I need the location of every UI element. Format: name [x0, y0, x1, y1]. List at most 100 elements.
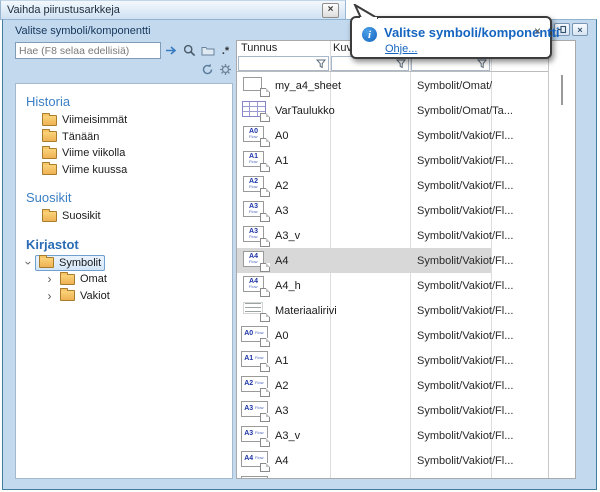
page-corner-icon	[260, 188, 270, 197]
cell-tunnus: A1FlowA1	[237, 148, 330, 173]
cell-kuvaus	[330, 348, 410, 373]
thumbnail-label: A3	[249, 228, 258, 235]
tree-item-symbolit[interactable]: ›Symbolit	[16, 255, 232, 272]
search-input[interactable]	[15, 42, 161, 59]
thumbnail-label: A0	[244, 330, 253, 337]
table-row[interactable]: A1FlowA1 Symbolit/Vakiot/Fl...	[237, 148, 576, 173]
symbol-thumbnail-icon: A3Flow	[240, 225, 271, 247]
row-tunnus-text: Materiaalirivi	[275, 305, 337, 317]
thumbnail-sublabel: Flow	[255, 382, 263, 386]
page-corner-icon	[260, 238, 270, 247]
symbol-thumbnail-icon: A2Flow	[240, 375, 271, 397]
go-arrow-icon[interactable]	[163, 42, 180, 59]
thumbnail-label: A1	[249, 153, 258, 160]
cell-tunnus: A3FlowA3	[237, 198, 330, 223]
page-corner-icon	[260, 138, 270, 147]
cell-polku: Symbolit/Vakiot/Fl...	[410, 373, 491, 398]
scrollbar-thumb[interactable]	[561, 75, 563, 105]
table-row[interactable]: A0FlowA0Symbolit/Vakiot/Fl...	[237, 323, 576, 348]
help-link[interactable]: Ohje...	[385, 43, 417, 55]
table-row[interactable]: A1FlowA1Symbolit/Vakiot/Fl...	[237, 348, 576, 373]
folder-browse-icon[interactable]	[199, 42, 216, 59]
cell-polku: Symbolit/Vakiot/Fl...	[410, 323, 491, 348]
table-row[interactable]: A3FlowA3Symbolit/Vakiot/Fl...	[237, 198, 576, 223]
thumbnail-label: A2	[244, 380, 253, 387]
vertical-scrollbar[interactable]	[548, 41, 575, 478]
table-row[interactable]: A4FlowA4Symbolit/Vakiot/Fl...	[237, 448, 576, 473]
close-icon[interactable]: ×	[534, 24, 541, 38]
cell-tunnus: A3FlowA3	[237, 398, 330, 423]
tree-item-t-n-n[interactable]: Tänään	[16, 129, 232, 146]
tree-item-suosikit[interactable]: Suosikit	[16, 208, 232, 225]
chevron-right-icon[interactable]: ›	[43, 273, 56, 285]
folder-icon	[42, 211, 57, 222]
page-corner-icon	[260, 313, 270, 322]
close-icon[interactable]: ×	[572, 23, 588, 36]
cell-polku: Symbolit/Vakiot/Fl...	[410, 148, 491, 173]
table-row[interactable]: A3FlowA3_vSymbolit/Vakiot/Fl...	[237, 223, 576, 248]
cell-tunnus: Materiaalirivi	[237, 298, 330, 323]
filter-input-tunnus[interactable]	[238, 56, 329, 71]
table-row[interactable]: MateriaaliriviSymbolit/Vakiot/Fl...	[237, 298, 576, 323]
tree-item-vakiot[interactable]: › Vakiot	[16, 288, 232, 305]
table-row[interactable]: A3FlowA3Symbolit/Vakiot/Fl...	[237, 398, 576, 423]
cell-kuvaus	[330, 473, 410, 478]
table-row[interactable]: A2FlowA2 Symbolit/Vakiot/Fl...	[237, 373, 576, 398]
info-icon: i	[362, 27, 377, 42]
table-row[interactable]: A4FlowA4_hSymbolit/Vakiot/Fl...	[237, 273, 576, 298]
thumbnail-label: A3	[244, 405, 253, 412]
cell-kuvaus	[330, 323, 410, 348]
symbol-thumbnail-icon: A1Flow	[240, 150, 271, 172]
cell-tunnus: A0FlowA0	[237, 123, 330, 148]
cell-tunnus: A1FlowA1	[237, 348, 330, 373]
symbol-thumbnail-icon: A4Flow	[240, 450, 271, 472]
row-tunnus-text: VarTaulukko	[275, 105, 335, 117]
symbol-thumbnail-icon: A0Flow	[240, 125, 271, 147]
search-icon[interactable]	[181, 42, 198, 59]
tree-item-viimeisimm-t[interactable]: Viimeisimmät	[16, 112, 232, 129]
table-row[interactable]: A3FlowA3_vSymbolit/Vakiot/Fl...	[237, 423, 576, 448]
tree-item-viime-viikolla[interactable]: Viime viikolla	[16, 145, 232, 162]
refresh-icon[interactable]	[199, 61, 216, 78]
table-row[interactable]: A4FlowA4_hSymbolit/Vakiot/Fl...	[237, 473, 576, 478]
table-row[interactable]: A4FlowA4Symbolit/Vakiot/Fl...	[237, 248, 576, 273]
thumbnail-label: A4	[249, 253, 258, 260]
cell-polku: Symbolit/Omat/Ta...	[410, 98, 491, 123]
table-row[interactable]: VarTaulukko Symbolit/Omat/Ta...	[237, 98, 576, 123]
thumbnail-label: A3	[244, 430, 253, 437]
thumbnail-sublabel: Flow	[255, 457, 263, 461]
regex-toggle[interactable]: .*	[217, 42, 234, 59]
table-row[interactable]: A2FlowA2Symbolit/Vakiot/Fl...	[237, 173, 576, 198]
chevron-right-icon[interactable]: ›	[43, 290, 56, 302]
column-header-tunnus[interactable]: Tunnus	[237, 41, 330, 55]
symbol-thumbnail-icon	[240, 100, 271, 122]
cell-polku: Symbolit/Vakiot/Fl...	[410, 248, 491, 273]
tree-item-viime-kuussa[interactable]: Viime kuussa	[16, 162, 232, 179]
panel-title: Valitse symboli/komponentti	[15, 25, 151, 37]
tree-item-body: Symbolit	[35, 255, 105, 271]
tree-item-label: Vakiot	[80, 290, 110, 302]
cell-kuvaus	[330, 423, 410, 448]
tree-item-omat[interactable]: ›Omat	[16, 271, 232, 288]
row-tunnus-text: A3_v	[275, 230, 300, 242]
symbol-thumbnail-icon	[240, 75, 271, 97]
cell-tunnus: A4FlowA4_h	[237, 273, 330, 298]
table-row[interactable]: my_a4_sheetSymbolit/Omat/	[237, 73, 576, 98]
thumbnail-sublabel: Flow	[249, 235, 257, 239]
tree-section-header: Historia	[26, 94, 232, 110]
chevron-down-icon[interactable]: ›	[23, 256, 35, 269]
cell-polku: Symbolit/Vakiot/Fl...	[410, 473, 491, 478]
callout-tail	[352, 4, 378, 19]
tree-item-body: Tänään	[38, 129, 103, 145]
thumbnail-sublabel: Flow	[249, 285, 257, 289]
row-tunnus-text: A4	[275, 255, 288, 267]
tree-item-body: Vakiot	[56, 288, 114, 304]
gear-icon[interactable]	[217, 61, 234, 78]
table-row[interactable]: A0FlowA0Symbolit/Vakiot/Fl...	[237, 123, 576, 148]
cell-kuvaus	[330, 173, 410, 198]
tree-section-suosikit: SuosikitSuosikit	[16, 190, 232, 225]
cell-kuvaus	[330, 448, 410, 473]
page-corner-icon	[260, 163, 270, 172]
close-icon[interactable]: ×	[322, 3, 339, 18]
cell-polku: Symbolit/Vakiot/Fl...	[410, 448, 491, 473]
